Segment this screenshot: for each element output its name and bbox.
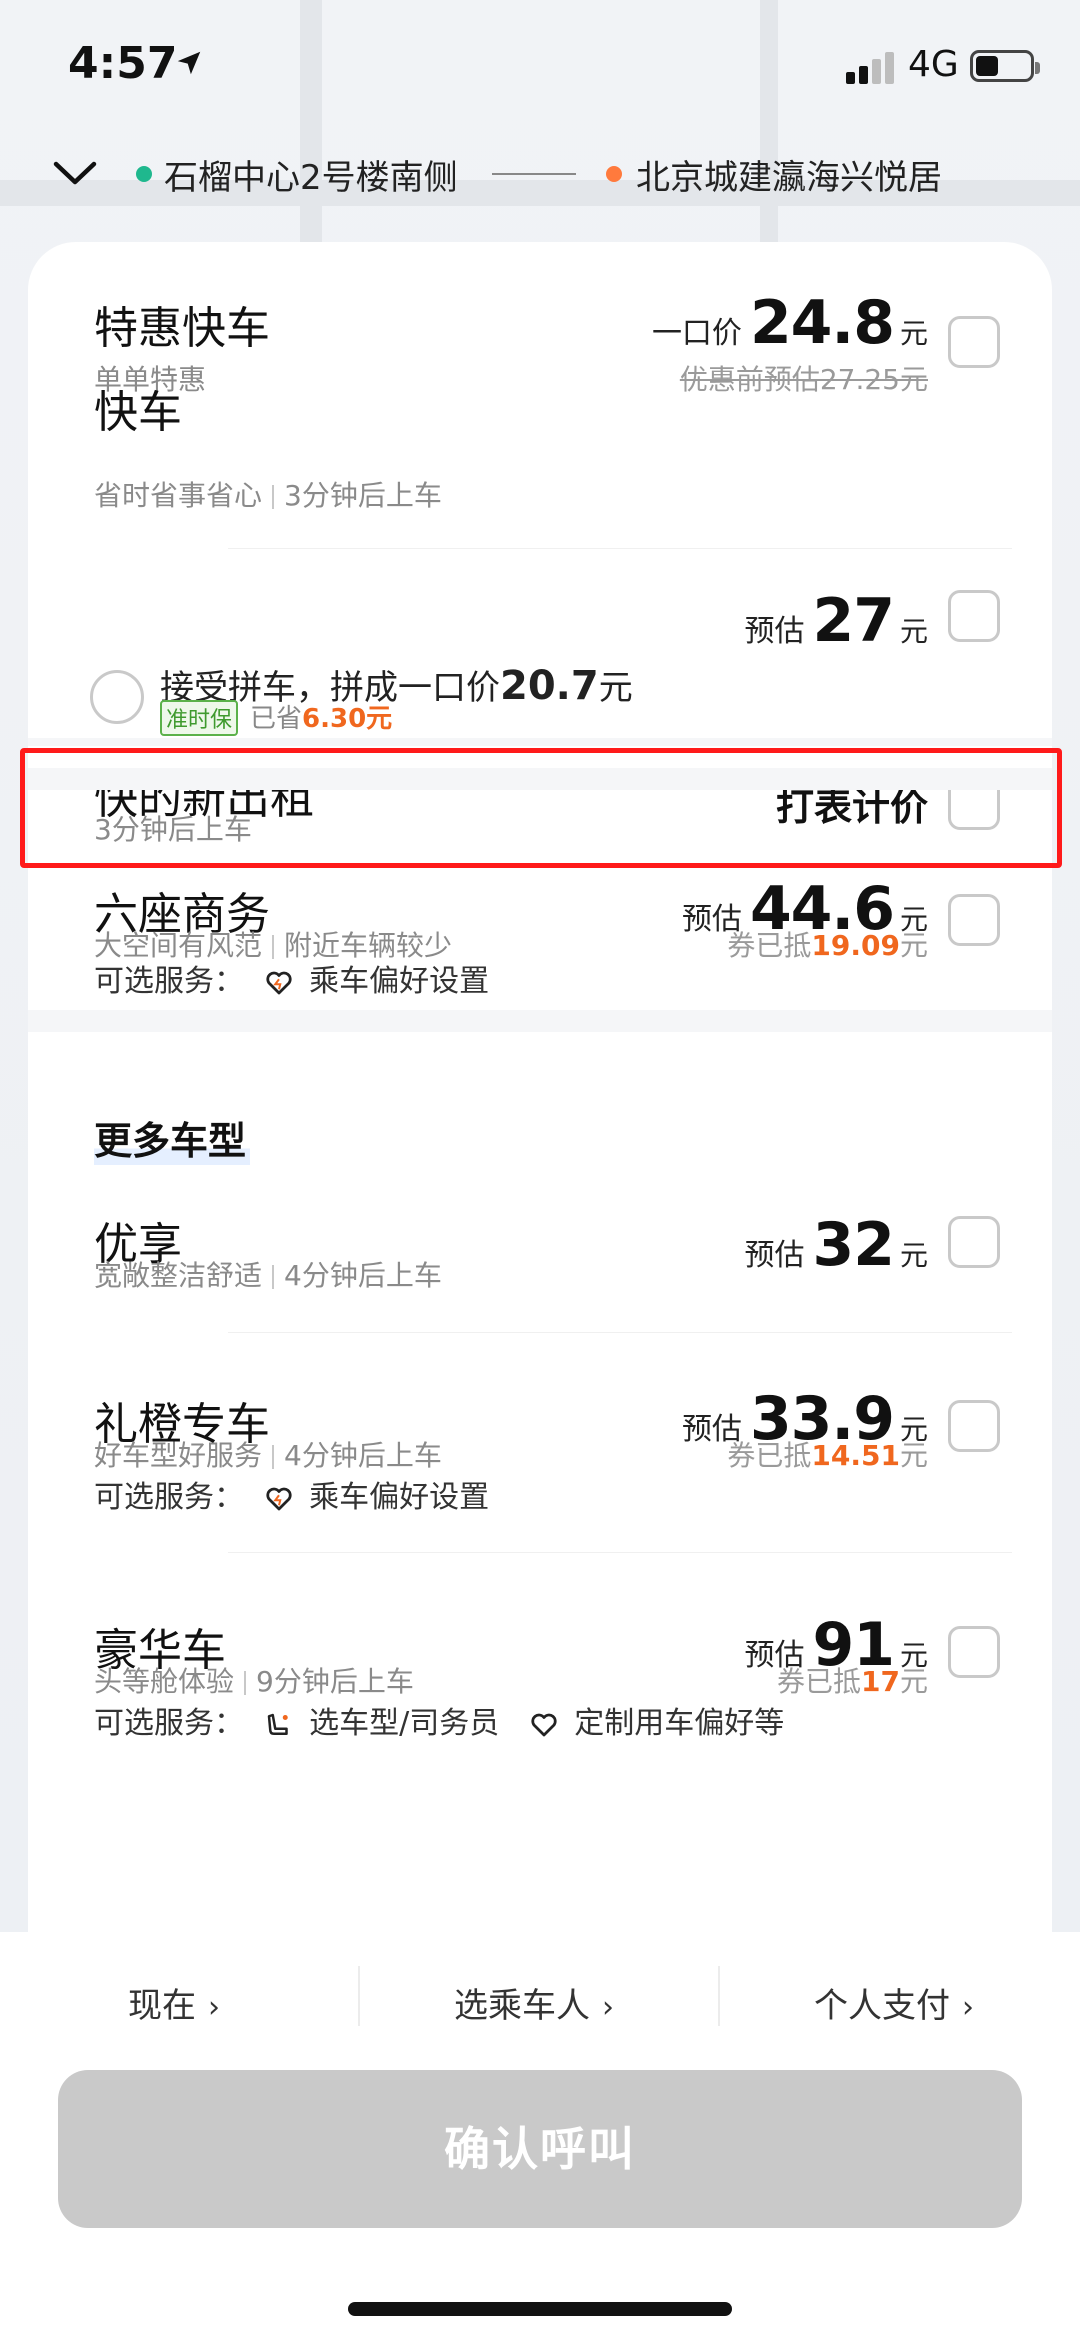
- price-value: 32: [812, 1210, 894, 1280]
- ride-subtitle: 省时省事省心 3分钟后上车: [94, 479, 442, 512]
- time-option[interactable]: 现在 ›: [128, 1978, 220, 2027]
- price-value: 27: [812, 586, 894, 656]
- ride-checkbox[interactable]: [948, 316, 1000, 368]
- ride-price: 一口价 24.8 元: [652, 288, 928, 358]
- status-bar: 4:57 4G: [0, 0, 1080, 140]
- price-label: 预估: [744, 614, 805, 649]
- chevron-right-icon: ›: [962, 1990, 974, 2025]
- divider: [718, 1966, 720, 2026]
- route-separator: [492, 173, 576, 175]
- optional-services: 可选服务： 选车型/司务员 定制用车偏好等: [94, 1706, 785, 1741]
- coupon-note: 券已抵19.09元: [727, 929, 928, 962]
- ride-title: 特惠快车: [94, 303, 270, 354]
- location-arrow-icon: [177, 51, 201, 75]
- service-preference-link[interactable]: 乘车偏好设置: [309, 1480, 489, 1515]
- ride-checkbox[interactable]: [948, 1400, 1000, 1452]
- more-rides-title: 更多车型: [94, 1110, 251, 1165]
- ride-checkbox[interactable]: [948, 894, 1000, 946]
- ride-option-tehui[interactable]: 特惠快车 单单特惠 一口价 24.8 元 优惠前预估27.25元: [28, 242, 1052, 396]
- service-preference-link[interactable]: 定制用车偏好等: [574, 1706, 784, 1741]
- ride-checkbox[interactable]: [948, 1216, 1000, 1268]
- chevron-down-icon[interactable]: [50, 154, 100, 194]
- price-unit: 元: [899, 615, 928, 648]
- optional-services: 可选服务： 乘车偏好设置: [94, 1480, 490, 1515]
- section-gap: [28, 738, 1052, 746]
- network-type: 4G: [908, 44, 959, 85]
- price-label: 预估: [744, 1238, 805, 1273]
- optional-services: 可选服务： 乘车偏好设置: [94, 964, 490, 999]
- coupon-note: 券已抵14.51元: [727, 1439, 928, 1472]
- service-car-type-link[interactable]: 选车型/司务员: [309, 1706, 499, 1741]
- selection-highlight-box: [20, 748, 1062, 868]
- divider: [358, 1966, 360, 2026]
- section-gap: [28, 1010, 1052, 1032]
- heart-icon: [531, 1713, 557, 1736]
- route-header: 石榴中心2号楼南侧 北京城建瀛海兴悦居: [0, 140, 1080, 220]
- divider: [228, 548, 1012, 549]
- home-indicator: [348, 2302, 732, 2316]
- divider: [228, 1552, 1012, 1553]
- ontime-badge: 准时保: [160, 700, 239, 736]
- destination-address[interactable]: 北京城建瀛海兴悦居: [636, 150, 942, 199]
- bottom-action-bar: 现在 › 选乘车人 › 个人支付 › 确认呼叫: [0, 1932, 1080, 2339]
- passenger-option[interactable]: 选乘车人 ›: [454, 1978, 614, 2027]
- heart-icon: [265, 971, 292, 994]
- cellular-signal-icon: [846, 50, 898, 84]
- origin-address[interactable]: 石榴中心2号楼南侧: [164, 150, 458, 199]
- original-price-note: 优惠前预估27.25元: [679, 363, 928, 396]
- battery-icon: [970, 50, 1040, 82]
- ride-price: 预估 32 元: [744, 1210, 928, 1280]
- confirm-call-button[interactable]: 确认呼叫: [58, 2070, 1022, 2228]
- ride-subtitle: 宽敞整洁舒适 4分钟后上车: [94, 1259, 442, 1292]
- divider: [228, 1332, 1012, 1333]
- price-unit: 元: [899, 1239, 928, 1272]
- ride-price: 预估 27 元: [744, 586, 928, 656]
- chevron-right-icon: ›: [602, 1990, 614, 2025]
- origin-dot-icon: [136, 166, 152, 182]
- payment-option[interactable]: 个人支付 ›: [814, 1978, 974, 2027]
- ride-subtitle: 头等舱体验 9分钟后上车: [94, 1665, 414, 1698]
- coupon-note: 券已抵17元: [777, 1665, 928, 1698]
- price-unit: 元: [899, 317, 928, 350]
- ride-checkbox[interactable]: [948, 590, 1000, 642]
- destination-dot-icon: [606, 166, 622, 182]
- service-preference-link[interactable]: 乘车偏好设置: [309, 964, 489, 999]
- car-seat-icon: [267, 1713, 288, 1735]
- heart-icon: [265, 1487, 292, 1510]
- status-time: 4:57: [68, 38, 178, 89]
- chevron-right-icon: ›: [208, 1990, 220, 2025]
- price-label: 一口价: [651, 316, 742, 351]
- ride-subtitle: 好车型好服务 4分钟后上车: [94, 1439, 442, 1472]
- carpool-radio[interactable]: [90, 670, 144, 724]
- more-rides-section: 更多车型 优享 宽敞整洁舒适 4分钟后上车 预估 32 元 礼橙专车 好车型好服务 4分…: [28, 1032, 1052, 1932]
- carpool-savings: 准时保 已省6.30元: [160, 698, 392, 736]
- price-value: 24.8: [749, 288, 895, 358]
- ride-title: 快车: [94, 387, 182, 438]
- ride-checkbox[interactable]: [948, 1626, 1000, 1678]
